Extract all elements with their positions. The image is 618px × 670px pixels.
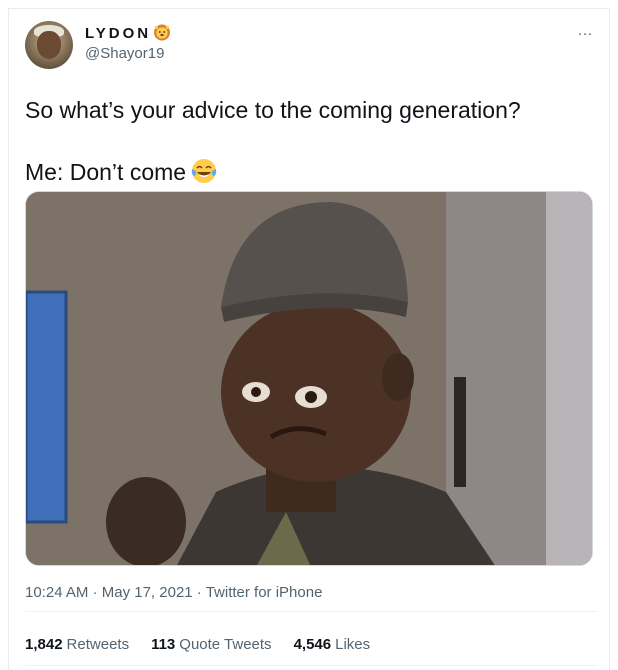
author-names: LYDON @Shayor19	[85, 23, 171, 64]
tweet-source[interactable]: Twitter for iPhone	[206, 584, 323, 601]
tweet-text: So what’s your advice to the coming gene…	[25, 95, 595, 187]
tweet-text-line-2: Me: Don’t come	[25, 159, 187, 185]
quotes-count: 113	[151, 636, 176, 653]
tweet-media-photo[interactable]	[25, 191, 593, 566]
lion-face-icon	[154, 24, 171, 41]
divider-top	[25, 611, 597, 612]
author-handle[interactable]: @Shayor19	[85, 44, 171, 64]
meme-photo	[26, 192, 592, 565]
likes-label: Likes	[335, 636, 371, 653]
retweets-stat[interactable]: 1,842 Retweets	[25, 635, 129, 655]
tweet-text-line-2-wrap: Me: Don’t come	[25, 157, 595, 187]
tweet-card: LYDON @Shayor19 ··· So what’s your advic…	[8, 8, 610, 670]
divider-bottom	[25, 665, 597, 666]
face-with-tears-of-joy-icon	[191, 159, 217, 183]
avatar[interactable]	[25, 21, 73, 69]
retweets-count: 1,842	[25, 636, 63, 653]
meta-separator-1: ·	[88, 584, 102, 601]
tweet-text-line-1: So what’s your advice to the coming gene…	[25, 97, 521, 123]
avatar-face	[37, 31, 61, 59]
more-icon[interactable]: ···	[573, 26, 597, 41]
retweets-label: Retweets	[66, 636, 130, 653]
tweet-time[interactable]: 10:24 AM	[25, 584, 88, 601]
meta-separator-2: ·	[192, 584, 206, 601]
quotes-label: Quote Tweets	[179, 636, 272, 653]
tweet-header: LYDON @Shayor19 ···	[25, 21, 597, 71]
author-display-name[interactable]: LYDON	[85, 24, 151, 44]
tweet-date[interactable]: May 17, 2021	[102, 584, 193, 601]
tweet-stats: 1,842 Retweets 113 Quote Tweets 4,546 Likes	[25, 635, 370, 655]
likes-stat[interactable]: 4,546 Likes	[294, 635, 371, 655]
likes-count: 4,546	[293, 636, 332, 653]
tweet-meta: 10:24 AM · May 17, 2021 · Twitter for iP…	[25, 583, 322, 603]
quote-tweets-stat[interactable]: 113 Quote Tweets	[151, 635, 271, 655]
